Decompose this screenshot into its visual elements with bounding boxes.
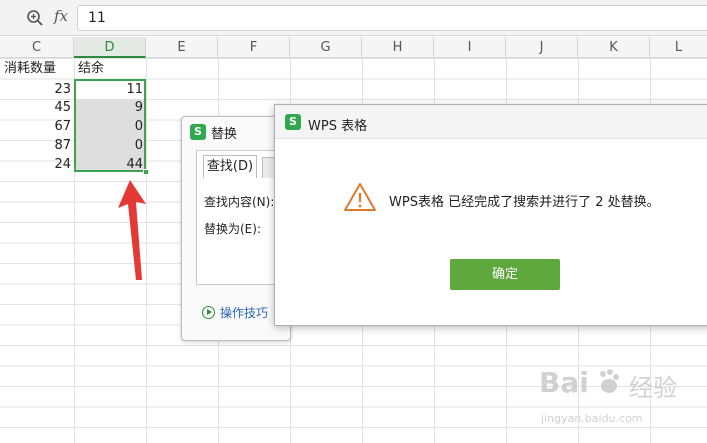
message-text: WPS表格 已经完成了搜索并进行了 2 处替换。 — [389, 195, 660, 210]
cell-d[interactable]: 0 — [74, 136, 146, 156]
fx-icon[interactable]: fx — [54, 7, 68, 25]
watermark-brand: Bai — [539, 366, 589, 399]
cell-d[interactable]: 9 — [74, 98, 146, 118]
column-header-f[interactable]: F — [218, 37, 290, 58]
column-header-d[interactable]: D — [74, 37, 146, 58]
formula-input[interactable]: 11 — [77, 5, 707, 31]
column-header-c[interactable]: C — [0, 37, 74, 58]
column-header-j[interactable]: J — [506, 37, 578, 58]
red-arrow-icon — [118, 180, 146, 280]
column-header-l[interactable]: L — [650, 37, 707, 58]
cell-d-header[interactable]: 结余 — [78, 59, 146, 79]
ok-button[interactable]: 确定 — [450, 259, 560, 290]
column-header-e[interactable]: E — [146, 37, 218, 58]
cell-d[interactable]: 44 — [74, 155, 146, 175]
cell-d[interactable]: 11 — [74, 80, 146, 100]
cell-c-header[interactable]: 消耗数量 — [4, 59, 74, 79]
replace-dialog-title: 替换 — [211, 127, 238, 142]
watermark-url: jingyan.baidu.com — [541, 412, 643, 425]
cell-c[interactable]: 23 — [0, 80, 74, 100]
replace-with-label: 替换为(E): — [204, 222, 261, 236]
message-box-titlebar: WPS 表格 — [275, 105, 707, 139]
formula-bar: fx 11 — [0, 0, 707, 36]
cell-c[interactable]: 45 — [0, 98, 74, 118]
baidu-watermark: Bai 经验 jingyan.baidu.com — [535, 364, 705, 434]
zoom-icon[interactable] — [26, 9, 44, 27]
paw-icon — [600, 369, 619, 393]
column-header-row: C D E F G H I J K L — [0, 37, 707, 58]
watermark-brand-cn: 经验 — [629, 374, 677, 402]
column-header-g[interactable]: G — [290, 37, 362, 58]
column-header-h[interactable]: H — [362, 37, 434, 58]
play-circle-icon[interactable] — [202, 306, 215, 319]
column-header-i[interactable]: I — [434, 37, 506, 58]
wps-logo-icon — [285, 114, 301, 130]
cell-c[interactable]: 87 — [0, 136, 74, 156]
tab-find[interactable]: 查找(D) — [203, 155, 257, 178]
find-content-label: 查找内容(N): — [204, 195, 275, 209]
wps-logo-icon — [190, 124, 206, 140]
cell-d[interactable]: 0 — [74, 117, 146, 137]
column-header-k[interactable]: K — [578, 37, 650, 58]
tips-link[interactable]: 操作技巧 — [220, 304, 268, 321]
cell-c[interactable]: 67 — [0, 117, 74, 137]
warning-triangle-icon — [344, 183, 376, 211]
cell-c[interactable]: 24 — [0, 155, 74, 175]
message-box: WPS 表格 WPS表格 已经完成了搜索并进行了 2 处替换。 确定 — [274, 104, 707, 326]
message-box-title: WPS 表格 — [308, 119, 368, 134]
